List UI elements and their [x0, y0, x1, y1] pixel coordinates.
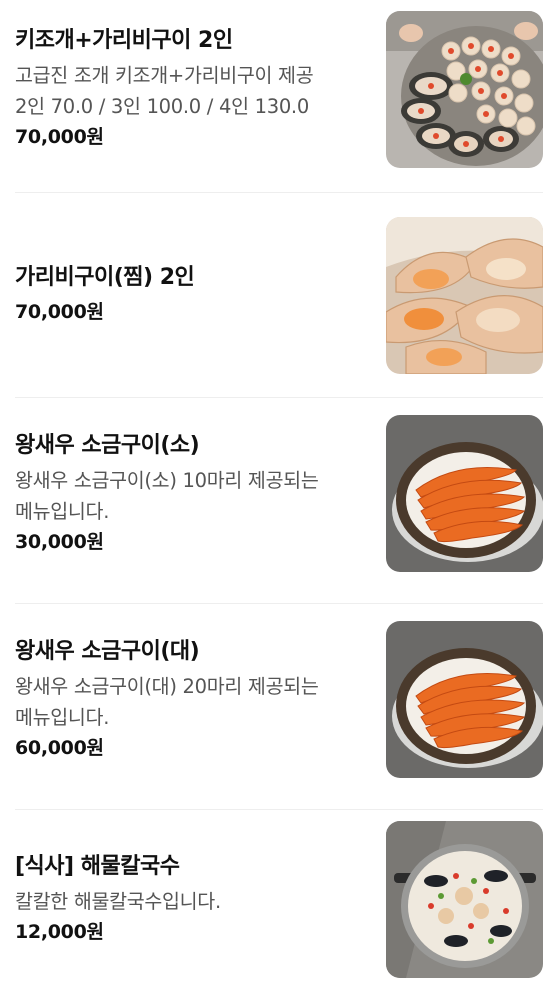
- menu-item-price: 70,000원: [15, 126, 104, 148]
- menu-item-text: [식사] 해물칼국수 칼칼한 해물칼국수입니다. 12,000원: [15, 852, 386, 947]
- menu-item-price: 70,000원: [15, 301, 104, 323]
- menu-item-description: 왕새우 소금구이(소) 10마리 제공되는 메뉴입니다.: [15, 468, 319, 523]
- menu-item-price: 60,000원: [15, 736, 104, 759]
- scallop-platter-photo[interactable]: [386, 10, 543, 168]
- menu-item[interactable]: 키조개+가리비구이 2인 고급진 조개 키조개+가리비구이 제공 2인 70.0…: [15, 0, 543, 193]
- grilled-shrimp-bowl-photo[interactable]: [386, 621, 543, 778]
- scallop-shells-photo[interactable]: [386, 216, 543, 374]
- menu-item-name: 왕새우 소금구이(소): [15, 432, 200, 458]
- menu-item-text: 키조개+가리비구이 2인 고급진 조개 키조개+가리비구이 제공 2인 70.0…: [15, 26, 386, 152]
- seafood-noodle-pot-photo[interactable]: [386, 821, 543, 978]
- menu-item-description: 왕새우 소금구이(대) 20마리 제공되는 메뉴입니다.: [15, 674, 319, 729]
- menu-item-description: 칼칼한 해물칼국수입니다.: [15, 890, 221, 913]
- menu-item-text: 왕새우 소금구이(대) 왕새우 소금구이(대) 20마리 제공되는 메뉴입니다.…: [15, 637, 386, 763]
- menu-item-price: 30,000원: [15, 530, 104, 553]
- menu-item-text: 왕새우 소금구이(소) 왕새우 소금구이(소) 10마리 제공되는 메뉴입니다.…: [15, 431, 386, 557]
- menu-item[interactable]: 가리비구이(찜) 2인 70,000원: [15, 193, 543, 398]
- menu-item-name: 가리비구이(찜) 2인: [15, 265, 195, 290]
- menu-item-name: [식사] 해물칼국수: [15, 854, 180, 879]
- menu-item[interactable]: 왕새우 소금구이(대) 왕새우 소금구이(대) 20마리 제공되는 메뉴입니다.…: [15, 604, 543, 810]
- menu-list: 키조개+가리비구이 2인 고급진 조개 키조개+가리비구이 제공 2인 70.0…: [0, 0, 558, 1003]
- menu-item[interactable]: [식사] 해물칼국수 칼칼한 해물칼국수입니다. 12,000원: [15, 810, 543, 1003]
- menu-item-price: 12,000원: [15, 921, 104, 943]
- menu-item-name: 왕새우 소금구이(대): [15, 638, 200, 664]
- menu-item[interactable]: 왕새우 소금구이(소) 왕새우 소금구이(소) 10마리 제공되는 메뉴입니다.…: [15, 398, 543, 604]
- menu-item-name: 키조개+가리비구이 2인: [15, 28, 233, 53]
- menu-item-description: 고급진 조개 키조개+가리비구이 제공 2인 70.0 / 3인 100.0 /…: [15, 64, 314, 118]
- grilled-shrimp-bowl-photo[interactable]: [386, 415, 543, 572]
- menu-item-text: 가리비구이(찜) 2인 70,000원: [15, 263, 386, 327]
